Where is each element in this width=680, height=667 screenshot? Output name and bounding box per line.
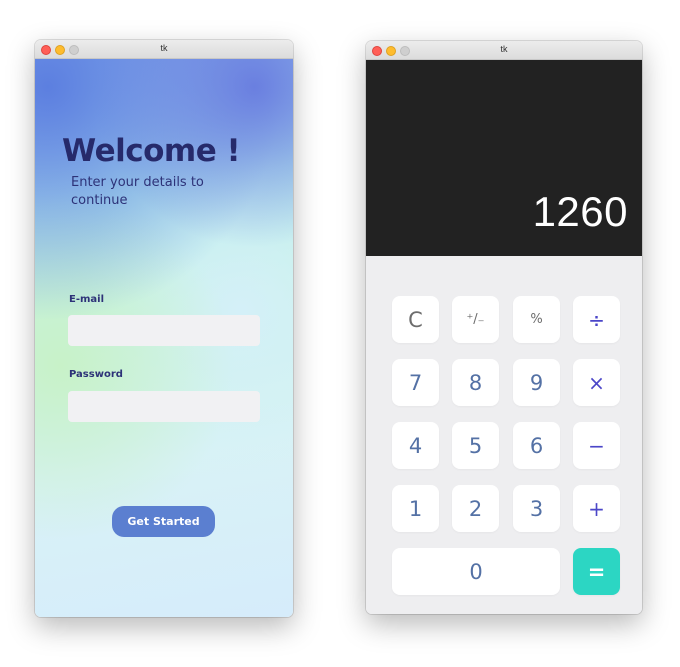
email-field[interactable] — [68, 315, 260, 346]
digit-5-key[interactable]: 5 — [452, 422, 499, 469]
equals-key[interactable]: = — [573, 548, 620, 595]
multiply-key[interactable]: × — [573, 359, 620, 406]
digit-0-key[interactable]: 0 — [392, 548, 560, 595]
digit-9-key[interactable]: 9 — [513, 359, 560, 406]
email-label: E-mail — [69, 294, 105, 305]
digit-6-key[interactable]: 6 — [513, 422, 560, 469]
digit-2-key[interactable]: 2 — [452, 485, 499, 532]
plus-key[interactable]: + — [573, 485, 620, 532]
get-started-button[interactable]: Get Started — [112, 506, 215, 537]
digit-7-key[interactable]: 7 — [392, 359, 439, 406]
welcome-subtitle: Enter your details to continue — [71, 175, 204, 208]
digit-3-key[interactable]: 3 — [513, 485, 560, 532]
divide-key[interactable]: ÷ — [573, 296, 620, 343]
login-window: tk Welcome ! Enter your details to conti… — [35, 40, 293, 617]
calculator-window: tk 1260 C ⁺/₋ % ÷ 7 8 9 × 4 5 6 − 1 2 3 … — [366, 41, 642, 614]
minus-key[interactable]: − — [573, 422, 620, 469]
password-label: Password — [69, 369, 123, 380]
login-window-title: tk — [160, 43, 168, 53]
welcome-heading: Welcome ! — [62, 133, 241, 169]
digit-1-key[interactable]: 1 — [392, 485, 439, 532]
login-form-area: Welcome ! Enter your details to continue… — [35, 59, 293, 617]
password-field[interactable] — [68, 391, 260, 422]
digit-8-key[interactable]: 8 — [452, 359, 499, 406]
calculator-window-title: tk — [500, 44, 508, 54]
display-value: 1260 — [532, 188, 628, 235]
calculator-keypad: C ⁺/₋ % ÷ 7 8 9 × 4 5 6 − 1 2 3 + 0 = — [366, 256, 642, 614]
sign-toggle-key[interactable]: ⁺/₋ — [452, 296, 499, 343]
percent-key[interactable]: % — [513, 296, 560, 343]
login-titlebar: tk — [35, 40, 293, 59]
digit-4-key[interactable]: 4 — [392, 422, 439, 469]
calculator-display: 1260 — [366, 60, 642, 256]
calculator-titlebar: tk — [366, 41, 642, 60]
clear-key[interactable]: C — [392, 296, 439, 343]
